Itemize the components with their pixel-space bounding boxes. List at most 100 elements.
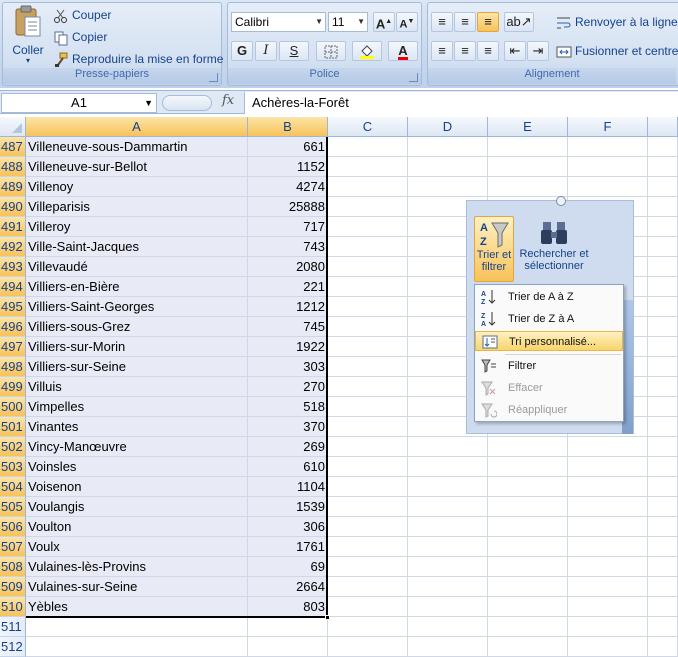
cell-empty[interactable] [328, 557, 408, 577]
cell-commune[interactable]: Villevaudé [26, 257, 248, 277]
menu-item-custom-sort[interactable]: Tri personnalisé... [475, 331, 623, 351]
row-header[interactable]: 490 [0, 197, 26, 217]
cell-commune[interactable] [26, 617, 248, 637]
insert-function-icon[interactable]: fx [222, 93, 234, 108]
cell-empty[interactable] [488, 617, 568, 637]
row-header[interactable]: 504 [0, 477, 26, 497]
cell-empty[interactable] [408, 477, 488, 497]
cell-population[interactable]: 1152 [248, 157, 328, 177]
cell-empty[interactable] [488, 577, 568, 597]
cell-empty[interactable] [488, 597, 568, 617]
cell-empty[interactable] [648, 357, 678, 377]
cell-population[interactable]: 1212 [248, 297, 328, 317]
cell-empty[interactable] [328, 537, 408, 557]
cell-empty[interactable] [648, 277, 678, 297]
cell-population[interactable]: 221 [248, 277, 328, 297]
cell-empty[interactable] [648, 157, 678, 177]
cell-empty[interactable] [568, 177, 648, 197]
cell-empty[interactable] [328, 457, 408, 477]
cell-commune[interactable]: Villeneuve-sous-Dammartin [26, 137, 248, 157]
cell-population[interactable]: 803 [248, 597, 328, 617]
cell-empty[interactable] [328, 517, 408, 537]
cell-commune[interactable]: Voisenon [26, 477, 248, 497]
menu-item-filter[interactable]: Filtrer [475, 356, 623, 376]
cell-commune[interactable]: Voulx [26, 537, 248, 557]
cell-commune[interactable]: Voulton [26, 517, 248, 537]
row-header[interactable]: 511 [0, 617, 26, 637]
cell-empty[interactable] [568, 597, 648, 617]
cell-commune[interactable]: Ville-Saint-Jacques [26, 237, 248, 257]
cell-population[interactable]: 518 [248, 397, 328, 417]
shrink-font-button[interactable]: A▼ [396, 12, 418, 32]
font-name-combo[interactable]: Calibri ▼ [231, 12, 326, 32]
cell-population[interactable]: 717 [248, 217, 328, 237]
cell-population[interactable]: 269 [248, 437, 328, 457]
cell-empty[interactable] [648, 577, 678, 597]
cell-population[interactable]: 69 [248, 557, 328, 577]
paste-button[interactable]: Coller ▾ [7, 5, 49, 67]
cell-empty[interactable] [648, 537, 678, 557]
wrap-text-button[interactable]: Renvoyer à la ligne a [556, 13, 678, 31]
row-header[interactable]: 494 [0, 277, 26, 297]
row-header[interactable]: 497 [0, 337, 26, 357]
chevron-down-icon[interactable]: ▼ [357, 13, 365, 31]
cell-empty[interactable] [408, 517, 488, 537]
cell-empty[interactable] [408, 557, 488, 577]
cell-empty[interactable] [408, 497, 488, 517]
row-header[interactable]: 492 [0, 237, 26, 257]
cell-commune[interactable]: Villiers-sur-Morin [26, 337, 248, 357]
cell-empty[interactable] [648, 557, 678, 577]
column-header-c[interactable]: C [328, 117, 408, 137]
borders-button[interactable] [316, 41, 346, 61]
cell-empty[interactable] [568, 517, 648, 537]
cell-empty[interactable] [328, 637, 408, 657]
cell-commune[interactable]: Villiers-en-Bière [26, 277, 248, 297]
row-header[interactable]: 509 [0, 577, 26, 597]
cell-empty[interactable] [648, 457, 678, 477]
italic-button[interactable]: I [255, 41, 277, 61]
cell-empty[interactable] [408, 537, 488, 557]
row-header[interactable]: 508 [0, 557, 26, 577]
row-header[interactable]: 502 [0, 437, 26, 457]
row-header[interactable]: 493 [0, 257, 26, 277]
cell-empty[interactable] [648, 417, 678, 437]
row-header[interactable]: 488 [0, 157, 26, 177]
dialog-launcher-icon[interactable] [409, 73, 418, 82]
cell-empty[interactable] [408, 577, 488, 597]
row-header[interactable]: 491 [0, 217, 26, 237]
row-header[interactable]: 512 [0, 637, 26, 657]
cell-population[interactable] [248, 617, 328, 637]
align-left-button[interactable]: ≡ [431, 41, 453, 61]
cell-commune[interactable]: Vimpelles [26, 397, 248, 417]
cell-empty[interactable] [568, 617, 648, 637]
cell-empty[interactable] [408, 457, 488, 477]
cell-population[interactable]: 2664 [248, 577, 328, 597]
row-header[interactable]: 505 [0, 497, 26, 517]
cell-empty[interactable] [408, 177, 488, 197]
cell-commune[interactable]: Villiers-sur-Seine [26, 357, 248, 377]
cell-commune[interactable]: Vulaines-lès-Provins [26, 557, 248, 577]
row-header[interactable]: 507 [0, 537, 26, 557]
cell-empty[interactable] [648, 297, 678, 317]
menu-item-sort-z-a[interactable]: ZA Trier de Z à A [475, 309, 623, 329]
cell-empty[interactable] [648, 397, 678, 417]
align-center-button[interactable]: ≡ [454, 41, 476, 61]
underline-button[interactable]: S [279, 41, 309, 61]
cell-empty[interactable] [648, 477, 678, 497]
cell-commune[interactable] [26, 637, 248, 657]
cell-empty[interactable] [568, 577, 648, 597]
cell-population[interactable]: 743 [248, 237, 328, 257]
increase-indent-button[interactable]: ⇥ [527, 41, 549, 61]
cell-empty[interactable] [328, 157, 408, 177]
cell-empty[interactable] [328, 497, 408, 517]
cell-empty[interactable] [328, 377, 408, 397]
cell-empty[interactable] [488, 557, 568, 577]
cell-population[interactable]: 303 [248, 357, 328, 377]
bold-button[interactable]: G [231, 41, 253, 61]
cell-empty[interactable] [648, 517, 678, 537]
cell-empty[interactable] [408, 637, 488, 657]
cell-population[interactable]: 25888 [248, 197, 328, 217]
cell-population[interactable]: 2080 [248, 257, 328, 277]
align-middle-button[interactable]: ≡ [454, 12, 476, 32]
cell-commune[interactable]: Villuis [26, 377, 248, 397]
